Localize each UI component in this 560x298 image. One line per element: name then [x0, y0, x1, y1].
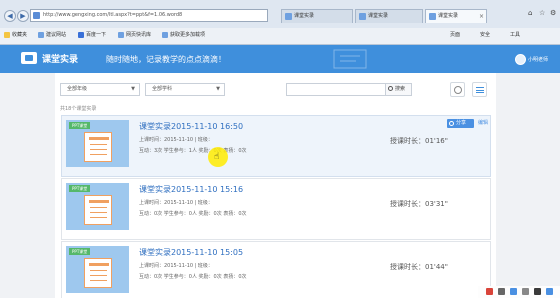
result-count: 共18个课堂实录 — [60, 106, 97, 112]
timeline-view-button[interactable] — [450, 82, 465, 97]
record-card[interactable]: PPT课堂 课堂实录2015-11-10 15:16 上课时间：2015-11-… — [61, 178, 491, 240]
header-decoration-icon — [333, 49, 367, 69]
favorites-item[interactable]: 百度一下 — [78, 31, 106, 38]
baidu-icon — [78, 32, 84, 38]
system-tray — [478, 286, 560, 298]
record-thumbnail[interactable]: PPT课堂 — [66, 120, 129, 167]
address-bar[interactable]: http://www.gengxing.com/ltl.aspx?t=ppt&f… — [30, 9, 268, 22]
home-icon[interactable]: ⌂ — [528, 9, 532, 17]
record-type-tag: PPT课堂 — [69, 185, 91, 192]
record-card[interactable]: PPT课堂 课堂实录2015-11-10 15:05 上课时间：2015-11-… — [61, 241, 491, 298]
record-thumbnail[interactable]: PPT课堂 — [66, 183, 129, 230]
network-icon[interactable] — [510, 288, 517, 295]
share-button[interactable]: 分享 — [447, 119, 474, 128]
record-type-tag: PPT课堂 — [69, 248, 91, 255]
menu-tools[interactable]: 工具 — [510, 31, 520, 38]
record-stats: 互动：3次 学生参与：1人 奖励：0次 表扬：0次 — [139, 148, 247, 154]
keyboard-icon[interactable] — [498, 288, 505, 295]
menu-page[interactable]: 页面 — [450, 31, 460, 38]
subject-select[interactable]: 全部学科 ▼ — [145, 83, 225, 96]
list-view-button[interactable] — [472, 82, 487, 97]
address-url: http://www.gengxing.com/ltl.aspx?t=ppt&f… — [43, 12, 183, 18]
record-title[interactable]: 课堂实录2015-11-10 16:50 — [139, 121, 243, 132]
favorites-star-icon[interactable]: ☆ — [539, 9, 545, 17]
browser-tab-3[interactable]: 课堂实录 × — [425, 9, 487, 23]
clock-icon — [454, 86, 462, 94]
settings-gear-icon[interactable]: ⚙ — [550, 9, 556, 17]
document-icon — [84, 195, 112, 225]
chevron-down-icon: ▼ — [216, 86, 220, 92]
settings-icon[interactable] — [534, 288, 541, 295]
document-icon — [84, 132, 112, 162]
tab-close-icon[interactable]: × — [479, 10, 484, 23]
record-title[interactable]: 课堂实录2015-11-10 15:05 — [139, 247, 243, 258]
list-icon — [476, 87, 484, 93]
page-icon — [33, 12, 40, 19]
browser-chrome: ◀ ▶ http://www.gengxing.com/ltl.aspx?t=p… — [0, 0, 560, 45]
page-icon — [38, 32, 44, 38]
record-type-tag: PPT课堂 — [69, 122, 91, 129]
hand-cursor-icon: ☝ — [214, 152, 220, 162]
menu-security[interactable]: 安全 — [480, 31, 490, 38]
tab-label: 课堂实录 — [294, 13, 315, 19]
back-icon[interactable]: ◀ — [4, 10, 16, 22]
browser-nav-row: ◀ ▶ http://www.gengxing.com/ltl.aspx?t=p… — [0, 8, 560, 26]
app-icon[interactable] — [486, 288, 493, 295]
edit-link[interactable]: 编辑 — [478, 119, 488, 126]
search-input[interactable] — [286, 83, 386, 96]
favorites-item[interactable]: 获取更多加载项 — [162, 31, 205, 38]
grade-select[interactable]: 全部年级 ▼ — [60, 83, 140, 96]
record-stats: 互动：0次 学生参与：0人 奖励：0次 表扬：0次 — [139, 274, 247, 280]
notification-icon[interactable] — [546, 288, 553, 295]
tab-label: 课堂实录 — [368, 13, 389, 19]
user-name[interactable]: 小明老师 — [528, 56, 548, 63]
volume-icon[interactable] — [522, 288, 529, 295]
document-icon — [84, 258, 112, 288]
main-panel: 全部年级 ▼ 全部学科 ▼ 搜索 共18个课堂实录 PPT课堂 课堂实录2015… — [55, 73, 496, 298]
favorites-item[interactable]: 网页快讯库 — [118, 31, 151, 38]
tab-page-icon — [359, 13, 366, 20]
record-meta: 上课时间：2015-11-10 | 班级： — [139, 137, 213, 143]
favorites-item[interactable]: 收藏夹 — [4, 31, 27, 38]
page-icon — [118, 32, 124, 38]
record-title[interactable]: 课堂实录2015-11-10 15:16 — [139, 184, 243, 195]
record-duration: 授课时长：01'16" — [390, 137, 448, 145]
record-stats: 互动：0次 学生参与：0人 奖励：0次 表扬：0次 — [139, 211, 247, 217]
tab-page-icon — [285, 13, 292, 20]
record-thumbnail[interactable]: PPT课堂 — [66, 246, 129, 293]
avatar[interactable] — [515, 54, 526, 65]
search-icon — [388, 86, 393, 91]
app-header: 课堂实录 随时随地，记录教学的点点滴滴！ 小明老师 — [0, 45, 560, 73]
favorites-item[interactable]: 建议网站 — [38, 31, 66, 38]
favorites-bar: 收藏夹 建议网站 百度一下 网页快讯库 获取更多加载项 页面 安全 工具 — [0, 28, 560, 44]
page-icon — [162, 32, 168, 38]
browser-tab-1[interactable]: 课堂实录 — [281, 9, 353, 23]
forward-icon[interactable]: ▶ — [17, 10, 29, 22]
record-card[interactable]: PPT课堂 课堂实录2015-11-10 16:50 上课时间：2015-11-… — [61, 115, 491, 177]
browser-tab-2[interactable]: 课堂实录 — [355, 9, 423, 23]
record-duration: 授课时长：03'31" — [390, 200, 448, 208]
share-icon — [449, 121, 454, 126]
logo-text: 课堂实录 — [42, 55, 79, 65]
record-meta: 上课时间：2015-11-10 | 班级： — [139, 263, 213, 269]
chevron-down-icon: ▼ — [131, 86, 135, 92]
logo-icon — [21, 52, 37, 64]
star-icon — [4, 32, 10, 38]
record-duration: 授课时长：01'44" — [390, 263, 448, 271]
tab-page-icon — [429, 13, 436, 20]
search-button[interactable]: 搜索 — [385, 83, 412, 96]
tab-label: 课堂实录 — [438, 13, 459, 19]
slogan: 随时随地，记录教学的点点滴滴！ — [106, 55, 226, 64]
record-meta: 上课时间：2015-11-10 | 班级： — [139, 200, 213, 206]
